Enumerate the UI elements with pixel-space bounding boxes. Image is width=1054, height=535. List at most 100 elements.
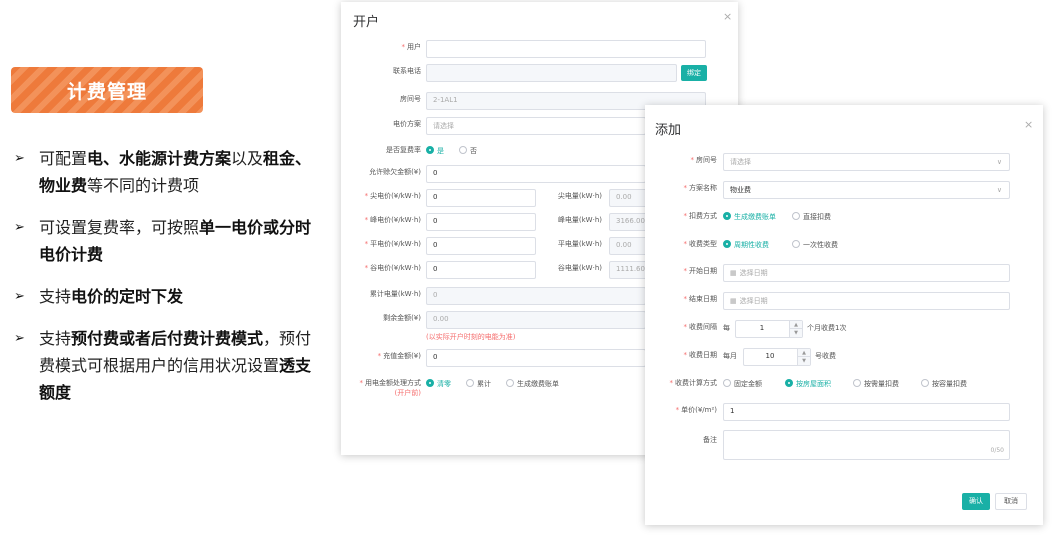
feature-item: ➢ 可配置电、水能源计费方案以及租金、物业费等不同的计费项 xyxy=(14,145,319,199)
overdraft-label: 允许赊欠金额(¥) xyxy=(369,168,421,176)
fee-type-periodic-radio[interactable]: 周期性收费 xyxy=(723,240,769,250)
usage-accumulate-radio[interactable]: 累计 xyxy=(466,379,491,389)
price-plan-label: 电价方案 xyxy=(393,120,421,128)
close-icon[interactable]: × xyxy=(723,10,732,23)
feature-highlight: 预付费或者后付费计费模式 xyxy=(71,329,264,348)
feature-highlight: 电、水能源计费方案 xyxy=(87,149,232,168)
decrement-icon[interactable]: ▼ xyxy=(789,329,802,337)
arrow-bullet-icon: ➢ xyxy=(14,331,25,346)
interval-prefix: 每 xyxy=(723,324,730,332)
feature-text: 以及 xyxy=(231,149,264,168)
fee-type-label: * 收费类型 xyxy=(683,240,718,248)
banner-title: 计费管理 xyxy=(66,80,147,103)
increment-icon[interactable]: ▲ xyxy=(789,321,802,329)
usage-label: * 用电金额处理方式 xyxy=(359,379,422,387)
feature-text: 可设置复费率，可按照 xyxy=(39,218,200,237)
feature-highlight: 电价的定时下发 xyxy=(71,287,184,306)
plan-label: * 方案名称 xyxy=(683,184,718,192)
chevron-down-icon: ∨ xyxy=(996,186,1002,194)
feature-banner: 计费管理 xyxy=(11,67,203,113)
rate-price-input[interactable]: 0 xyxy=(426,237,536,255)
price-plan-select[interactable]: 请选择 xyxy=(426,117,646,135)
day-label: * 收费日期 xyxy=(683,351,718,359)
feature-text: 可配置 xyxy=(39,149,88,168)
phone-label: 联系电话 xyxy=(393,67,421,75)
interval-stepper[interactable]: 1 ▲ ▼ xyxy=(735,320,803,338)
day-stepper[interactable]: 10 ▲ ▼ xyxy=(743,348,811,366)
recharge-label: * 充值金额(¥) xyxy=(377,352,421,360)
rate-quantity-label: 尖电量(kW·h) xyxy=(557,192,602,200)
feature-item: ➢ 支持电价的定时下发 xyxy=(14,283,319,310)
start-date-input[interactable]: ▦ 选择日期 xyxy=(723,264,1010,282)
multi-rate-no-radio[interactable]: 否 xyxy=(459,146,477,156)
feature-text: 等不同的计费项 xyxy=(87,176,200,195)
rate-quantity-input: 0.00 xyxy=(609,189,649,207)
bind-button[interactable]: 绑定 xyxy=(681,65,707,81)
usage-bill-radio[interactable]: 生成缴费账单 xyxy=(506,379,559,389)
balance-note: (以实际开户时刻的电能为准) xyxy=(426,333,516,341)
calc-demand-radio[interactable]: 按需量扣费 xyxy=(853,379,899,389)
unit-price-input[interactable]: 1 xyxy=(723,403,1010,421)
end-date-label: * 结束日期 xyxy=(683,295,718,303)
phone-input[interactable] xyxy=(426,64,677,82)
rate-quantity-label: 平电量(kW·h) xyxy=(557,240,602,248)
rate-price-label: * 尖电价(¥/kW·h) xyxy=(364,192,421,200)
dialog-title: 开户 xyxy=(353,15,380,30)
deduct-label: * 扣费方式 xyxy=(683,212,718,220)
unit-price-label: * 单价(¥/m²) xyxy=(675,406,717,414)
decrement-icon[interactable]: ▼ xyxy=(797,357,810,365)
remark-counter: 0/50 xyxy=(990,447,1004,454)
user-input[interactable] xyxy=(426,40,706,58)
day-prefix: 每月 xyxy=(723,352,737,360)
start-date-label: * 开始日期 xyxy=(683,267,718,275)
balance-label: 剩余金额(¥) xyxy=(383,314,421,322)
arrow-bullet-icon: ➢ xyxy=(14,220,25,235)
feature-item: ➢ 可设置复费率，可按照单一电价或分时电价计费 xyxy=(14,214,319,268)
rate-price-input[interactable]: 0 xyxy=(426,189,536,207)
day-suffix: 号收费 xyxy=(815,352,836,360)
rate-quantity-input: 0.00 xyxy=(609,237,649,255)
rate-quantity-label: 峰电量(kW·h) xyxy=(557,216,602,224)
overdraft-input[interactable]: 0 xyxy=(426,165,646,183)
cumulative-input: 0 xyxy=(426,287,646,305)
plan-select[interactable]: 物业费 ∨ xyxy=(723,181,1010,199)
rate-price-label: * 谷电价(¥/kW·h) xyxy=(364,264,421,272)
confirm-button[interactable]: 确认 xyxy=(962,493,990,510)
rate-quantity-label: 谷电量(kW·h) xyxy=(557,264,602,272)
deduct-direct-radio[interactable]: 直接扣费 xyxy=(792,212,831,222)
recharge-input[interactable]: 0 xyxy=(426,349,646,367)
close-icon[interactable]: × xyxy=(1024,118,1033,131)
calendar-icon: ▦ xyxy=(730,269,737,277)
rate-price-input[interactable]: 0 xyxy=(426,213,536,231)
interval-suffix: 个月收费1次 xyxy=(807,324,847,332)
usage-sub-label: (开户前) xyxy=(394,389,421,397)
multi-rate-yes-radio[interactable]: 是 xyxy=(426,146,444,156)
rate-price-label: * 峰电价(¥/kW·h) xyxy=(364,216,421,224)
usage-clear-radio[interactable]: 清零 xyxy=(426,379,451,389)
calc-label: * 收费计算方式 xyxy=(669,379,718,387)
remark-textarea[interactable]: 0/50 xyxy=(723,430,1010,460)
cancel-button[interactable]: 取消 xyxy=(995,493,1027,510)
end-date-input[interactable]: ▦ 选择日期 xyxy=(723,292,1010,310)
fee-type-once-radio[interactable]: 一次性收费 xyxy=(792,240,838,250)
chevron-down-icon: ∨ xyxy=(996,158,1002,166)
calc-capacity-radio[interactable]: 按容量扣费 xyxy=(921,379,967,389)
rate-quantity-input: 1111.60 xyxy=(609,261,649,279)
feature-item: ➢ 支持预付费或者后付费计费模式，预付费模式可根据用户的信用状况设置透支额度 xyxy=(14,325,319,406)
room-select[interactable]: 请选择 ∨ xyxy=(723,153,1010,171)
feature-list: ➢ 可配置电、水能源计费方案以及租金、物业费等不同的计费项 ➢ 可设置复费率，可按照单… xyxy=(14,145,319,421)
deduct-bill-radio[interactable]: 生成缴费账单 xyxy=(723,212,776,222)
rate-price-input[interactable]: 0 xyxy=(426,261,536,279)
arrow-bullet-icon: ➢ xyxy=(14,289,25,304)
arrow-bullet-icon: ➢ xyxy=(14,151,25,166)
feature-text: 支持 xyxy=(39,287,72,306)
rate-price-label: * 平电价(¥/kW·h) xyxy=(364,240,421,248)
remark-label: 备注 xyxy=(703,436,717,444)
room-label: 房间号 xyxy=(400,95,421,103)
calc-fixed-radio[interactable]: 固定金额 xyxy=(723,379,762,389)
rate-quantity-input: 3166.00 xyxy=(609,213,649,231)
interval-label: * 收费间隔 xyxy=(683,323,718,331)
calc-area-radio[interactable]: 按房屋面积 xyxy=(785,379,831,389)
increment-icon[interactable]: ▲ xyxy=(797,349,810,357)
feature-text: 支持 xyxy=(39,329,72,348)
